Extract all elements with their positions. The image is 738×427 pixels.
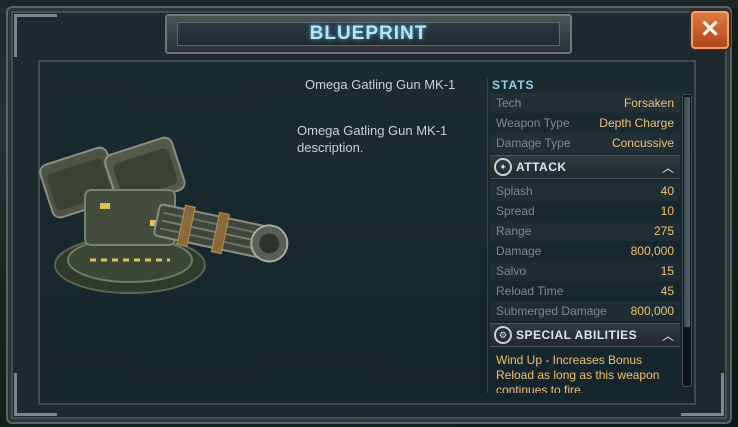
- weapon-name: Omega Gatling Gun MK-1: [305, 77, 456, 92]
- special-abilities-icon: ⚙: [494, 326, 512, 344]
- attack-section-title: ATTACK: [516, 160, 567, 174]
- gatling-gun-image: [39, 136, 289, 294]
- stat-row-spread: Spread 10: [490, 201, 680, 221]
- scrollbar-thumb[interactable]: [684, 97, 690, 327]
- special-ability-text: Wind Up - Increases Bonus Reload as long…: [496, 353, 660, 393]
- special-abilities-title: SPECIAL ABILITIES: [516, 328, 638, 342]
- chevron-up-icon[interactable]: ︿: [662, 327, 674, 344]
- stat-value: Depth Charge: [599, 116, 674, 130]
- stat-label: Reload Time: [496, 284, 564, 298]
- stats-title: STATS: [492, 78, 535, 92]
- stat-row-salvo: Salvo 15: [490, 261, 680, 281]
- stat-row-tech: Tech Forsaken: [490, 93, 680, 113]
- stats-panel: STATS Tech Forsaken Weapon Type Depth Ch…: [487, 78, 695, 393]
- stat-row-damage-type: Damage Type Concussive: [490, 133, 680, 153]
- stats-list[interactable]: Tech Forsaken Weapon Type Depth Charge D…: [490, 93, 680, 393]
- stat-value: 800,000: [630, 304, 674, 318]
- attack-section-header[interactable]: ✦ ATTACK ︿: [490, 155, 680, 179]
- stat-row-reload-time: Reload Time 45: [490, 281, 680, 301]
- stat-label: Range: [496, 224, 532, 238]
- stat-row-weapon-type: Weapon Type Depth Charge: [490, 113, 680, 133]
- special-section-left: ⚙ SPECIAL ABILITIES: [494, 326, 637, 344]
- frame-corner-tl: [14, 14, 57, 57]
- stat-label: Spread: [496, 204, 535, 218]
- stat-value: 10: [660, 204, 674, 218]
- attack-section-left: ✦ ATTACK: [494, 158, 567, 176]
- stat-value: 45: [660, 284, 674, 298]
- special-abilities-section-header[interactable]: ⚙ SPECIAL ABILITIES ︿: [490, 323, 680, 347]
- stat-value: Concussive: [611, 136, 674, 150]
- stat-label: Salvo: [496, 264, 527, 278]
- stat-label: Damage: [496, 244, 542, 258]
- stat-row-range: Range 275: [490, 221, 680, 241]
- window-title: BLUEPRINT: [309, 23, 428, 44]
- title-bar: BLUEPRINT: [177, 22, 560, 46]
- stat-value: Forsaken: [623, 96, 674, 110]
- stat-value: 800,000: [630, 244, 674, 258]
- stat-value: 275: [653, 224, 674, 238]
- stat-label: Tech: [496, 96, 522, 110]
- stat-label: Weapon Type: [496, 116, 570, 130]
- weapon-description: Omega Gatling Gun MK-1 description.: [297, 123, 448, 155]
- close-icon: ✕: [699, 16, 721, 43]
- stat-row-damage: Damage 800,000: [490, 241, 680, 261]
- stat-value: 15: [660, 264, 674, 278]
- stat-row-submerged-damage: Submerged Damage 800,000: [490, 301, 680, 321]
- stat-row-splash: Splash 40: [490, 181, 680, 201]
- stats-scrollbar[interactable]: [682, 94, 692, 387]
- close-button[interactable]: ✕: [691, 11, 729, 49]
- stat-label: Damage Type: [496, 136, 571, 150]
- stat-label: Submerged Damage: [496, 304, 607, 318]
- stat-label: Splash: [496, 184, 533, 198]
- stat-value: 40: [660, 184, 674, 198]
- chevron-up-icon[interactable]: ︿: [662, 159, 674, 176]
- attack-icon: ✦: [494, 158, 512, 176]
- title-tab: BLUEPRINT: [165, 14, 572, 54]
